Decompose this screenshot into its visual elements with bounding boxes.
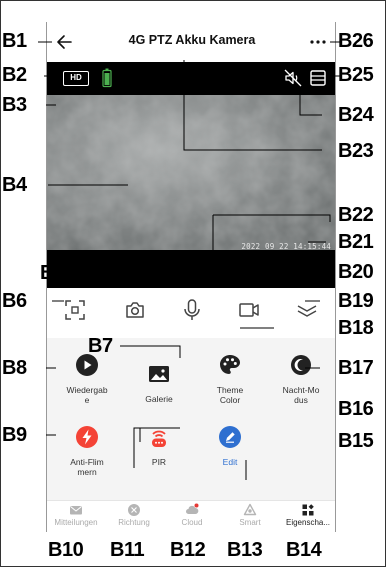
speaker-mute-icon[interactable] <box>283 68 303 88</box>
edit-icon <box>219 426 241 448</box>
more-options-icon[interactable] <box>307 32 329 52</box>
callout-b12: B12 <box>170 539 206 561</box>
feature-grid: Wiedergab e Galerie Theme Color Nacht-Mo… <box>47 338 335 500</box>
feature-label: Edit <box>222 457 238 467</box>
callout-b22: B22 <box>338 204 374 226</box>
callout-b18: B18 <box>338 317 374 339</box>
video-feed[interactable] <box>47 95 335 250</box>
cloud-icon <box>186 503 199 514</box>
layout-icon[interactable] <box>309 69 327 87</box>
nav-smart[interactable]: Smart <box>221 503 279 527</box>
smart-icon <box>243 503 257 516</box>
callout-b3: B3 <box>2 94 27 116</box>
feature-night-mode[interactable]: Nacht-Mo dus <box>265 353 335 405</box>
callout-b16: B16 <box>338 398 374 420</box>
callout-b20: B20 <box>338 261 374 283</box>
direction-icon <box>128 504 140 516</box>
feature-label: Nacht-Mo dus <box>282 385 320 405</box>
fullscreen-focus-icon[interactable] <box>63 298 87 322</box>
feature-playback[interactable]: Wiedergab e <box>51 353 123 405</box>
phone-screen: 4G PTZ Akku Kamera HD 2022 09 22 14:15:4… <box>46 22 336 532</box>
nav-properties[interactable]: Eigenscha... <box>279 503 335 527</box>
video-texture <box>47 95 335 250</box>
video-timestamp: 2022 09 22 14:15:44 <box>241 242 331 251</box>
nav-label: Richtung <box>118 518 150 527</box>
moon-icon <box>291 355 311 375</box>
callout-b5: B5 <box>40 262 65 284</box>
feature-pir[interactable]: PIR <box>123 425 195 467</box>
feature-label: Galerie <box>145 394 173 404</box>
callout-b2: B2 <box>2 64 27 86</box>
video-toolbar <box>47 288 335 332</box>
nav-direction[interactable]: Richtung <box>105 503 163 527</box>
callout-b24: B24 <box>338 104 374 126</box>
callout-b9: B9 <box>2 424 27 446</box>
feature-label: Anti-Flim mern <box>70 457 104 477</box>
callout-b25: B25 <box>338 64 374 86</box>
callout-b6: B6 <box>2 290 27 312</box>
callout-b1: B1 <box>2 30 27 52</box>
feature-label: Wiedergab e <box>66 385 108 405</box>
feature-label: Theme Color <box>216 385 244 405</box>
grid-icon <box>302 504 314 516</box>
nav-label: Smart <box>239 518 261 527</box>
bottom-navigation: Mitteilungen Richtung Cloud Smart Eigens… <box>47 500 335 532</box>
microphone-icon[interactable] <box>180 298 204 322</box>
feature-anti-flicker[interactable]: Anti-Flim mern <box>51 425 123 477</box>
callout-b13: B13 <box>227 539 263 561</box>
callout-b21: B21 <box>338 231 374 253</box>
palette-icon <box>220 355 240 374</box>
video-bottom-bar <box>47 250 335 288</box>
page-title: 4G PTZ Akku Kamera <box>128 33 256 47</box>
feature-theme-color[interactable]: Theme Color <box>194 353 266 405</box>
collapse-chevron-icon[interactable] <box>295 298 319 322</box>
callout-b23: B23 <box>338 140 374 162</box>
gallery-icon <box>149 366 169 382</box>
callout-b17: B17 <box>338 357 374 379</box>
video-record-icon[interactable] <box>237 298 261 322</box>
battery-icon <box>102 68 112 88</box>
feature-edit[interactable]: Edit <box>194 425 266 467</box>
callout-b14: B14 <box>286 539 322 561</box>
nav-cloud[interactable]: Cloud <box>163 503 221 527</box>
callout-b19: B19 <box>338 290 374 312</box>
callout-b15: B15 <box>338 430 374 452</box>
callout-b11: B11 <box>110 539 145 561</box>
callout-b8: B8 <box>2 357 27 379</box>
app-header: 4G PTZ Akku Kamera <box>47 22 335 62</box>
nav-label: Eigenscha... <box>285 518 331 527</box>
feature-label: PIR <box>151 457 167 467</box>
callout-b10: B10 <box>48 539 84 561</box>
nav-label: Cloud <box>181 518 203 527</box>
hd-quality-badge[interactable]: HD <box>63 71 89 86</box>
callout-b7: B7 <box>88 335 113 357</box>
feature-gallery[interactable]: Galerie <box>123 362 195 404</box>
flash-icon <box>76 426 98 448</box>
callout-b26: B26 <box>338 30 374 52</box>
callout-b4: B4 <box>2 174 27 196</box>
camera-snapshot-icon[interactable] <box>123 298 147 322</box>
mail-icon <box>70 506 82 515</box>
pir-icon <box>152 430 166 447</box>
nav-messages[interactable]: Mitteilungen <box>47 503 105 527</box>
nav-label: Mitteilungen <box>54 518 98 527</box>
